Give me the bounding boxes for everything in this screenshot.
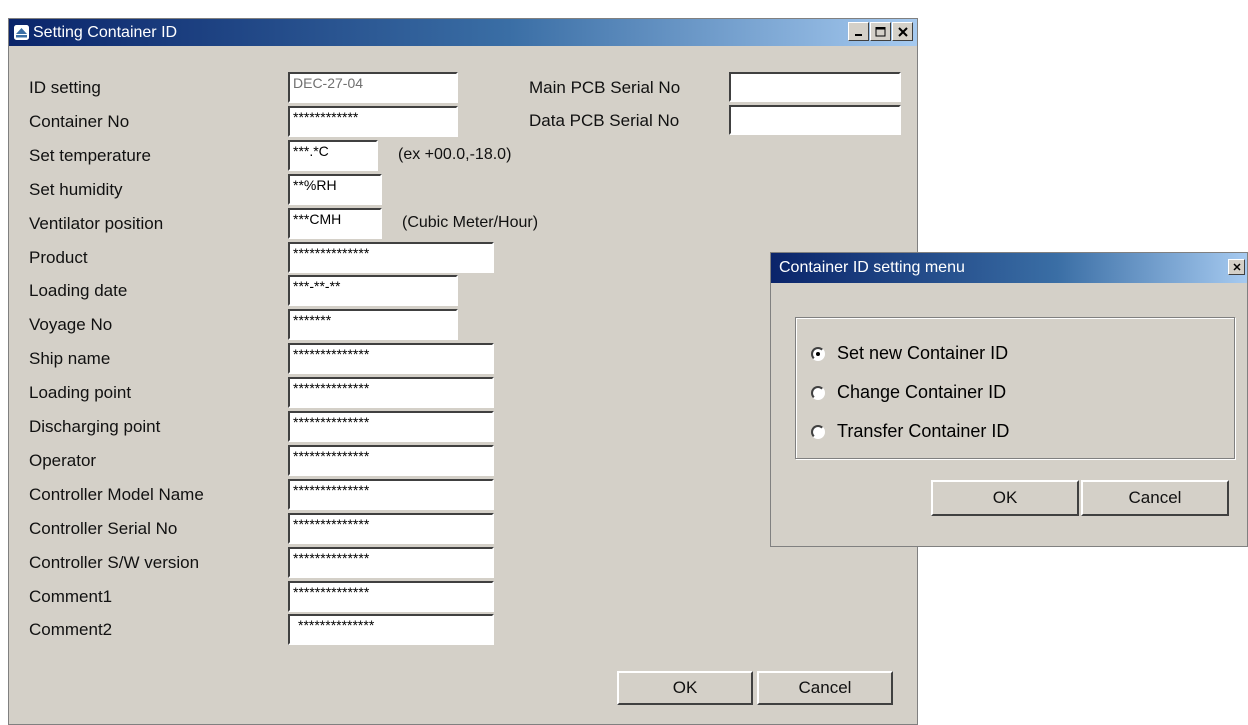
close-icon[interactable] — [892, 22, 913, 41]
menu-window-controls — [1228, 259, 1245, 275]
field-input[interactable]: ***.*C — [288, 139, 378, 171]
field-label: Ship name — [29, 349, 111, 369]
field-input[interactable]: ************** — [288, 546, 494, 578]
container-id-setting-menu-dialog: Container ID setting menu Set new Contai… — [770, 252, 1248, 547]
radio-selected-icon[interactable] — [811, 346, 825, 361]
menu-dialog-title: Container ID setting menu — [779, 259, 965, 276]
radio-option[interactable]: Set new Container ID — [811, 343, 1008, 364]
radio-label: Change Container ID — [837, 382, 1007, 402]
radio-unselected-icon[interactable] — [811, 385, 825, 400]
field-label: ID setting — [29, 78, 101, 97]
menu-ok-button[interactable]: OK — [931, 480, 1079, 516]
field-input[interactable]: ************** — [288, 241, 494, 273]
main-titlebar[interactable]: Setting Container ID — [9, 19, 917, 46]
field-input[interactable]: ************ — [288, 105, 458, 137]
field-input[interactable]: ***CMH — [288, 207, 382, 239]
radio-label: Set new Container ID — [837, 343, 1009, 363]
field-input[interactable]: ************** — [288, 512, 494, 544]
field-label: Operator — [29, 450, 97, 470]
field-input[interactable]: ***-**-** — [288, 275, 458, 307]
radio-label: Transfer Container ID — [837, 421, 1010, 441]
field-label: Container No — [29, 111, 130, 131]
maximize-icon[interactable] — [870, 22, 891, 41]
field-input[interactable]: ************** — [288, 343, 494, 375]
data-pcb-serial-label: Data PCB Serial No — [529, 111, 680, 130]
field-input[interactable]: ************** — [288, 444, 494, 476]
field-input[interactable]: ******* — [288, 309, 458, 341]
cancel-button[interactable]: Cancel — [757, 671, 893, 705]
field-label: Controller Serial No — [29, 518, 178, 538]
field-input[interactable]: ************** — [288, 411, 494, 442]
field-label: Comment2 — [29, 620, 113, 640]
field-hint: (Cubic Meter/Hour) — [402, 213, 539, 231]
field-input[interactable]: ************** — [288, 377, 494, 409]
field-label: Set temperature — [29, 145, 151, 165]
radio-option[interactable]: Change Container ID — [811, 382, 1006, 403]
field-label: Loading date — [29, 281, 128, 301]
ok-button[interactable]: OK — [617, 671, 753, 705]
field-label: Discharging point — [29, 417, 161, 436]
app-icon — [13, 24, 30, 41]
field-input[interactable]: ************** — [288, 478, 494, 510]
radio-option[interactable]: Transfer Container ID — [811, 421, 1009, 442]
data-pcb-serial-input[interactable] — [729, 105, 901, 135]
field-label: Voyage No — [29, 315, 113, 335]
window-controls — [848, 22, 913, 41]
field-label: Controller Model Name — [29, 484, 204, 504]
field-label: Set humidity — [29, 179, 123, 199]
field-input[interactable]: DEC-27-04 — [288, 72, 458, 103]
field-input[interactable]: ************** — [288, 614, 494, 646]
radio-unselected-icon[interactable] — [811, 424, 825, 439]
main-window-title: Setting Container ID — [33, 23, 178, 41]
field-label: Comment1 — [29, 586, 113, 606]
field-label: Loading point — [29, 383, 132, 403]
menu-cancel-button[interactable]: Cancel — [1081, 480, 1229, 516]
field-label: Controller S/W version — [29, 552, 200, 572]
field-hint: (ex +00.0,-18.0) — [398, 145, 512, 163]
field-input[interactable]: ************** — [288, 580, 494, 612]
main-pcb-serial-input[interactable] — [729, 72, 901, 102]
field-input[interactable]: **%RH — [288, 173, 382, 205]
main-pcb-serial-label: Main PCB Serial No — [529, 78, 681, 97]
field-label: Ventilator position — [29, 213, 164, 233]
menu-titlebar[interactable]: Container ID setting menu — [771, 253, 1247, 283]
minimize-icon[interactable] — [848, 22, 869, 41]
close-icon[interactable] — [1228, 259, 1245, 275]
field-label: Product — [29, 247, 88, 267]
